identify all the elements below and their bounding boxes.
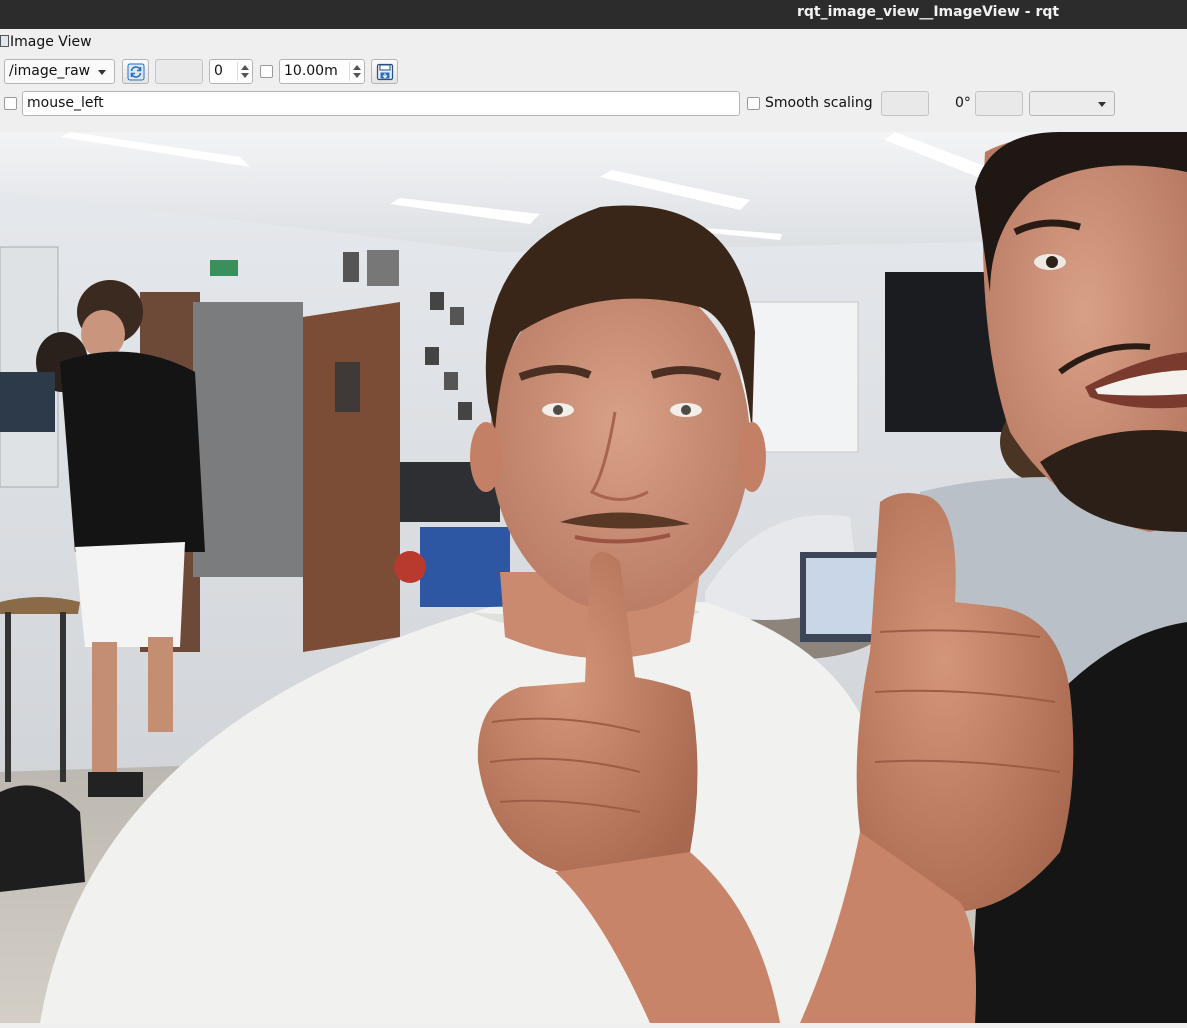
status-strip (0, 1023, 1187, 1028)
dynamic-range-checkbox[interactable] (260, 65, 273, 78)
chevron-down-icon (98, 70, 106, 75)
max-range-spinbox[interactable]: 10.00m (279, 59, 365, 84)
window-title: rqt_image_view__ImageView - rqt (797, 4, 1060, 20)
image-display[interactable] (0, 132, 1187, 1023)
color-scheme-select[interactable] (1029, 91, 1115, 116)
zoom-button[interactable] (155, 59, 203, 84)
spin-down-icon[interactable] (241, 73, 249, 78)
max-range-value: 10.00m (284, 63, 338, 79)
chevron-down-icon (1098, 102, 1106, 107)
spinbox-divider (349, 62, 350, 81)
rotate-right-button[interactable] (975, 91, 1023, 116)
publish-mouse-checkbox[interactable] (4, 97, 17, 110)
spin-up-icon[interactable] (353, 65, 361, 70)
mouse-topic-input[interactable]: mouse_left (22, 91, 740, 116)
spin-down-icon[interactable] (353, 73, 361, 78)
rotation-label: 0° (955, 95, 971, 111)
topic-select[interactable]: /image_raw (4, 59, 115, 84)
refresh-icon (127, 63, 145, 81)
panel-title: Image View (10, 34, 92, 50)
camera-frame (0, 132, 1187, 1023)
save-icon (376, 63, 394, 81)
window-titlebar: rqt_image_view__ImageView - rqt (0, 0, 1187, 29)
rotate-left-button[interactable] (881, 91, 929, 116)
save-image-button[interactable] (371, 59, 398, 84)
value-spinbox[interactable]: 0 (209, 59, 253, 84)
smooth-scaling-checkbox[interactable] (747, 97, 760, 110)
spin-up-icon[interactable] (241, 65, 249, 70)
window-icon (0, 35, 9, 47)
refresh-topics-button[interactable] (122, 59, 149, 84)
topic-select-value: /image_raw (9, 63, 91, 79)
smooth-scaling-label: Smooth scaling (765, 95, 873, 111)
mouse-topic-value: mouse_left (27, 95, 104, 111)
spinbox-divider (237, 62, 238, 81)
value-spinbox-value: 0 (214, 63, 223, 79)
